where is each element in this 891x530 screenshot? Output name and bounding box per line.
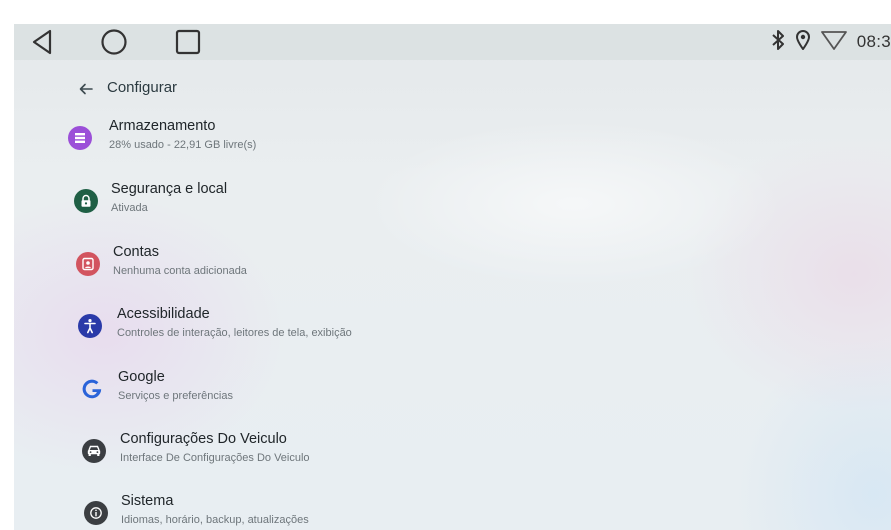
storage-icon: [68, 126, 92, 150]
accessibility-icon: [78, 314, 102, 338]
settings-item-title: Acessibilidade: [117, 306, 210, 322]
settings-item-vehicle[interactable]: Configurações Do Veiculo Interface De Co…: [82, 431, 782, 487]
settings-item-subtitle: Controles de interação, leitores de tela…: [117, 327, 352, 339]
location-icon: [795, 29, 811, 55]
settings-item-security[interactable]: Segurança e local Ativada: [74, 181, 774, 237]
status-bar: 08:3: [14, 24, 891, 60]
car-icon: [82, 439, 106, 463]
settings-item-accessibility[interactable]: Acessibilidade Controles de interação, l…: [78, 306, 798, 362]
info-icon: [84, 501, 108, 525]
status-clock: 08:3: [856, 32, 891, 51]
settings-item-title: Segurança e local: [111, 181, 228, 197]
recents-square-icon[interactable]: [174, 24, 202, 60]
status-icons: 08:3: [771, 24, 891, 60]
page-title: Configurar: [107, 79, 178, 96]
account-icon: [76, 252, 100, 276]
bluetooth-icon: [771, 29, 785, 55]
toolbar: Configurar: [14, 72, 891, 106]
settings-item-title: Configurações Do Veiculo: [120, 431, 287, 447]
settings-item-subtitle: 28% usado - 22,91 GB livre(s): [109, 139, 257, 151]
settings-item-subtitle: Serviços e preferências: [118, 390, 233, 402]
settings-item-title: Google: [118, 369, 165, 385]
settings-item-title: Armazenamento: [109, 118, 216, 134]
back-triangle-icon[interactable]: [28, 24, 56, 60]
settings-item-accounts[interactable]: Contas Nenhuma conta adicionada: [76, 244, 776, 300]
home-circle-icon[interactable]: [100, 24, 128, 60]
settings-item-title: Contas: [113, 244, 159, 260]
settings-item-subtitle: Ativada: [111, 202, 148, 214]
wifi-icon: [820, 29, 847, 56]
settings-item-google[interactable]: Google Serviços e preferências: [80, 369, 780, 425]
lock-icon: [74, 189, 98, 213]
back-arrow-icon[interactable]: [76, 79, 96, 99]
settings-item-storage[interactable]: Armazenamento 28% usado - 22,91 GB livre…: [68, 118, 768, 174]
settings-item-subtitle: Nenhuma conta adicionada: [113, 265, 247, 277]
settings-item-subtitle: Idiomas, horário, backup, atualizações: [121, 514, 309, 526]
settings-item-title: Sistema: [121, 493, 174, 509]
settings-item-system[interactable]: Sistema Idiomas, horário, backup, atuali…: [84, 493, 784, 530]
google-icon: [80, 377, 104, 401]
settings-item-subtitle: Interface De Configurações Do Veiculo: [120, 452, 310, 464]
settings-screen: 08:3 Configurar Armazenamento 28% usado …: [14, 24, 891, 530]
